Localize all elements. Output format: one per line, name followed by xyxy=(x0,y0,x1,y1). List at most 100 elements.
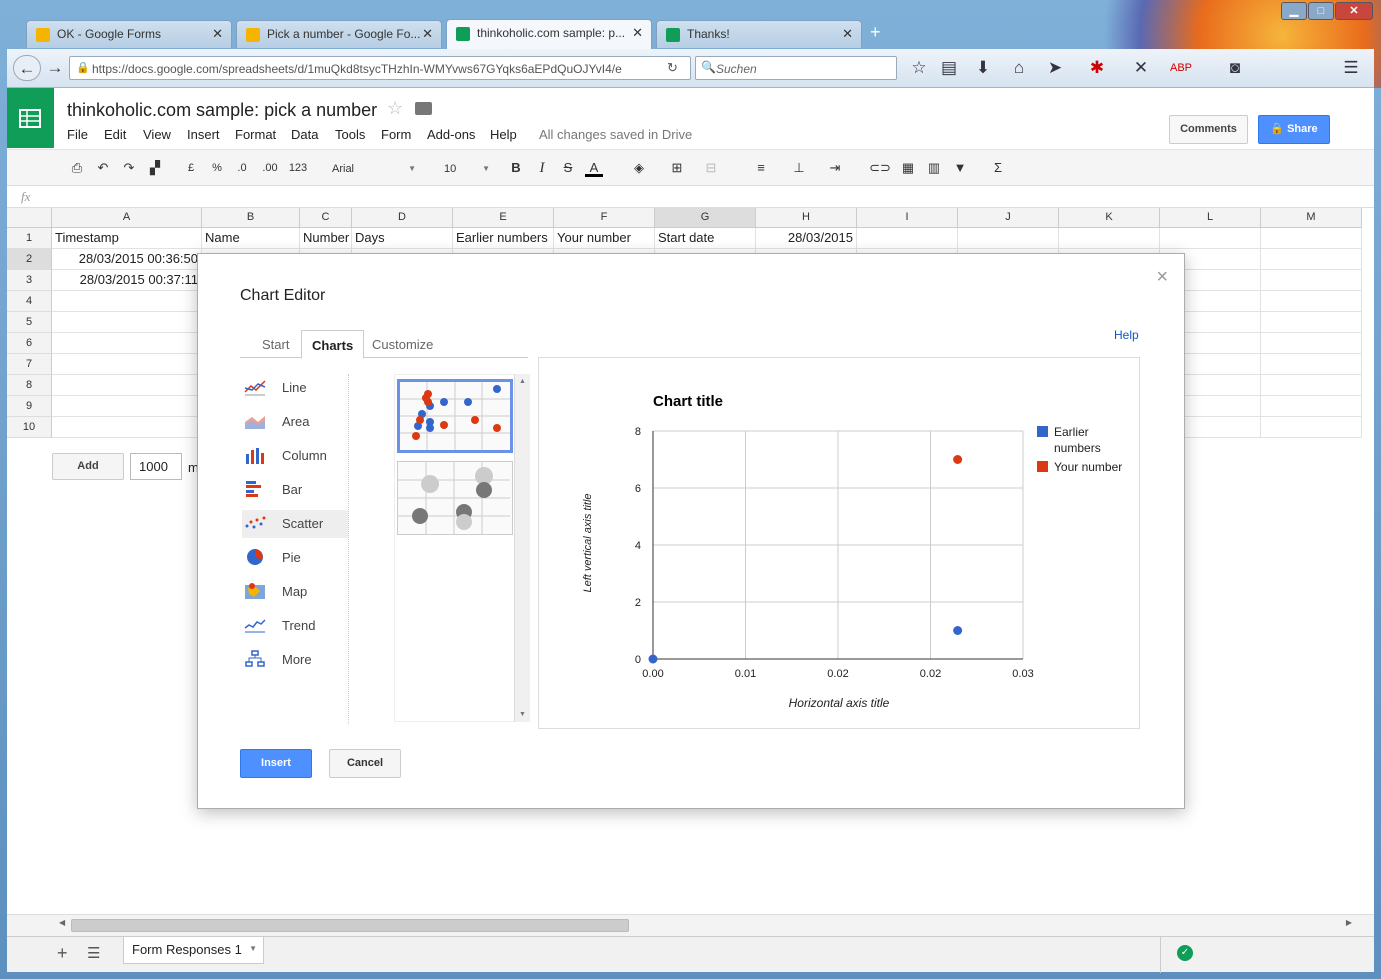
fill-color-icon[interactable]: ◈ xyxy=(627,159,651,177)
number-format-button[interactable]: 123 xyxy=(283,159,313,177)
chart-type-column[interactable]: Column xyxy=(242,442,348,470)
maximize-icon[interactable]: □ xyxy=(1308,2,1334,20)
add-rows-button[interactable]: Add xyxy=(52,453,124,480)
cell-a10[interactable] xyxy=(52,417,202,438)
browser-tab-2[interactable]: Pick a number - Google Fo... ✕ xyxy=(236,20,442,48)
row-header-1[interactable]: 1 xyxy=(7,228,52,249)
insert-link-icon[interactable]: ⊂⊃ xyxy=(869,159,891,177)
cell-c1[interactable]: Number xyxy=(300,228,352,249)
menu-form[interactable]: Form xyxy=(381,127,411,142)
new-tab-icon[interactable]: + xyxy=(870,22,881,43)
cell-a7[interactable] xyxy=(52,354,202,375)
column-header-h[interactable]: H xyxy=(756,208,857,228)
bold-button[interactable]: B xyxy=(507,159,525,177)
browser-tab-1[interactable]: OK - Google Forms ✕ xyxy=(26,20,232,48)
cell-a2[interactable]: 28/03/2015 00:36:50 xyxy=(52,249,202,270)
align-vertical-icon[interactable]: ⊥ xyxy=(787,159,811,177)
align-horizontal-icon[interactable]: ≡ xyxy=(749,159,773,177)
functions-icon[interactable]: Σ xyxy=(987,159,1009,177)
bookmarks-icon[interactable]: ▤ xyxy=(935,55,963,81)
menu-view[interactable]: View xyxy=(143,127,171,142)
horizontal-scrollbar[interactable]: ◀ ▶ xyxy=(7,914,1374,936)
forward-icon[interactable]: → xyxy=(41,55,69,81)
italic-button[interactable]: I xyxy=(533,159,551,177)
menu-file[interactable]: File xyxy=(67,127,88,142)
cell-b1[interactable]: Name xyxy=(202,228,300,249)
percent-button[interactable]: % xyxy=(207,159,227,177)
insert-chart-icon[interactable]: ▥ xyxy=(923,159,945,177)
insert-button[interactable]: Insert xyxy=(240,749,312,778)
column-header-k[interactable]: K xyxy=(1059,208,1160,228)
cell-d1[interactable]: Days xyxy=(352,228,453,249)
browser-tab-3[interactable]: thinkoholic.com sample: p... ✕ xyxy=(446,19,652,49)
chart-type-scatter[interactable]: Scatter xyxy=(242,510,348,538)
cell-m4[interactable] xyxy=(1261,291,1362,312)
menu-data[interactable]: Data xyxy=(291,127,318,142)
column-header-d[interactable]: D xyxy=(352,208,453,228)
redo-icon[interactable]: ↷ xyxy=(119,159,139,177)
cell-a3[interactable]: 28/03/2015 00:37:11 xyxy=(52,270,202,291)
column-header-l[interactable]: L xyxy=(1160,208,1261,228)
scroll-left-icon[interactable]: ◀ xyxy=(59,918,65,927)
borders-icon[interactable]: ⊞ xyxy=(665,159,689,177)
formula-bar[interactable]: fx xyxy=(7,186,1374,208)
send-icon[interactable]: ➤ xyxy=(1041,55,1069,81)
cell-h1[interactable]: 28/03/2015 xyxy=(756,228,857,249)
paint-format-icon[interactable]: ▞ xyxy=(145,159,165,177)
cell-m10[interactable] xyxy=(1261,417,1362,438)
chart-type-bar[interactable]: Bar xyxy=(242,476,348,504)
document-title[interactable]: thinkoholic.com sample: pick a number xyxy=(67,100,377,121)
comments-button[interactable]: Comments xyxy=(1169,115,1248,144)
select-all-corner[interactable] xyxy=(7,208,52,228)
row-header-5[interactable]: 5 xyxy=(7,312,52,333)
chart-type-map[interactable]: Map xyxy=(242,578,348,606)
row-header-7[interactable]: 7 xyxy=(7,354,52,375)
sheet-tab-form-responses[interactable]: Form Responses 1 ▼ xyxy=(123,937,264,964)
tab-customize[interactable]: Customize xyxy=(362,330,443,358)
insert-comment-icon[interactable]: ▦ xyxy=(897,159,919,177)
text-wrap-icon[interactable]: ⇥ xyxy=(823,159,847,177)
close-window-icon[interactable]: ✕ xyxy=(1335,2,1373,20)
menu-format[interactable]: Format xyxy=(235,127,276,142)
addon2-icon[interactable]: ✕ xyxy=(1127,55,1155,81)
cell-a6[interactable] xyxy=(52,333,202,354)
cell-a4[interactable] xyxy=(52,291,202,312)
download-icon[interactable]: ⬇ xyxy=(969,55,997,81)
search-bar[interactable]: 🔍 Suchen xyxy=(695,56,897,80)
increase-decimal-button[interactable]: .00 xyxy=(257,159,283,177)
currency-button[interactable]: £ xyxy=(181,159,201,177)
add-sheet-icon[interactable]: + xyxy=(57,943,68,964)
cell-a9[interactable] xyxy=(52,396,202,417)
browser-tab-4[interactable]: Thanks! ✕ xyxy=(656,20,862,48)
undo-icon[interactable]: ↶ xyxy=(93,159,113,177)
tab-charts[interactable]: Charts xyxy=(301,330,365,359)
cell-l1[interactable] xyxy=(1160,228,1261,249)
menu-addons[interactable]: Add-ons xyxy=(427,127,475,142)
scatter-variant-bubbles[interactable] xyxy=(397,461,513,535)
decrease-decimal-button[interactable]: .0 xyxy=(231,159,253,177)
cell-m1[interactable] xyxy=(1261,228,1362,249)
column-header-c[interactable]: C xyxy=(300,208,352,228)
cell-m8[interactable] xyxy=(1261,375,1362,396)
cell-m7[interactable] xyxy=(1261,354,1362,375)
close-tab-icon[interactable]: ✕ xyxy=(422,26,433,42)
row-header-4[interactable]: 4 xyxy=(7,291,52,312)
row-header-10[interactable]: 10 xyxy=(7,417,52,438)
add-rows-input[interactable]: 1000 xyxy=(130,453,182,480)
home-icon[interactable]: ⌂ xyxy=(1005,55,1033,81)
back-icon[interactable]: ← xyxy=(13,55,41,81)
cell-j1[interactable] xyxy=(958,228,1059,249)
variants-scrollbar[interactable]: ▲ ▼ xyxy=(514,374,530,722)
scroll-up-icon[interactable]: ▲ xyxy=(519,378,526,385)
strikethrough-button[interactable]: S xyxy=(559,159,577,177)
cell-i1[interactable] xyxy=(857,228,958,249)
column-header-m[interactable]: M xyxy=(1261,208,1362,228)
menu-help[interactable]: Help xyxy=(490,127,517,142)
close-icon[interactable]: × xyxy=(1156,266,1168,289)
menu-icon[interactable]: ☰ xyxy=(1337,55,1365,81)
star-icon[interactable]: ☆ xyxy=(387,98,403,119)
row-header-9[interactable]: 9 xyxy=(7,396,52,417)
chart-type-more[interactable]: More xyxy=(242,646,348,674)
scroll-right-icon[interactable]: ▶ xyxy=(1346,918,1352,927)
menu-insert[interactable]: Insert xyxy=(187,127,220,142)
